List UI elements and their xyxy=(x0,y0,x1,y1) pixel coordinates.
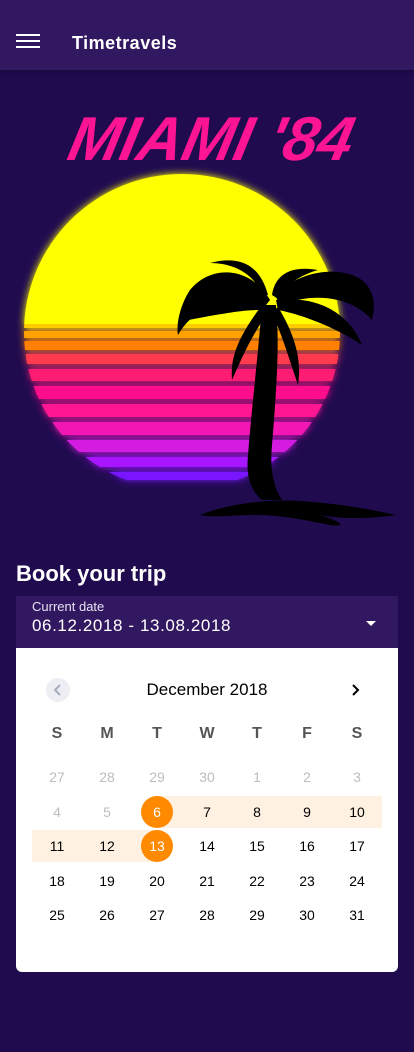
calendar-day[interactable]: 16 xyxy=(282,830,332,862)
calendar-day[interactable]: 30 xyxy=(282,899,332,931)
app-bar: Timetravels xyxy=(0,0,414,70)
calendar-week: 11 12 13 14 15 16 17 xyxy=(32,830,382,865)
sun-icon xyxy=(24,174,340,480)
calendar-day[interactable]: 27 xyxy=(32,761,82,793)
weekday-label: S xyxy=(351,725,363,742)
weekday-label: M xyxy=(100,725,114,742)
next-month-button[interactable] xyxy=(343,678,367,702)
calendar-days-grid: 27 28 29 30 1 2 3 4 5 6 7 8 9 10 11 12 1… xyxy=(32,761,382,934)
chevron-right-icon xyxy=(352,684,360,696)
calendar-day[interactable]: 24 xyxy=(332,865,382,897)
calendar-day[interactable]: 8 xyxy=(232,796,282,828)
calendar-day[interactable]: 10 xyxy=(332,796,382,828)
date-field-label: Current date xyxy=(32,599,105,614)
weekday-label: T xyxy=(152,725,162,742)
hero-banner: MIAMI '84 xyxy=(0,95,414,535)
weekday-header: S M T W T F S xyxy=(32,725,382,743)
booking-title: Book your trip xyxy=(16,561,167,586)
calendar-day[interactable]: 14 xyxy=(182,830,232,862)
calendar-day[interactable]: 27 xyxy=(132,899,182,931)
month-label: December 2018 xyxy=(146,680,268,699)
calendar-day[interactable]: 1 xyxy=(232,761,282,793)
dropdown-arrow-icon[interactable] xyxy=(366,621,376,626)
calendar-day[interactable]: 25 xyxy=(32,899,82,931)
calendar-day[interactable]: 30 xyxy=(182,761,232,793)
date-picker-calendar: December 2018 S M T W T F S 27 28 29 30 … xyxy=(16,648,398,972)
calendar-day[interactable]: 29 xyxy=(132,761,182,793)
weekday-label: T xyxy=(252,725,262,742)
calendar-day[interactable]: 19 xyxy=(82,865,132,897)
calendar-day[interactable]: 9 xyxy=(282,796,332,828)
calendar-day-selected[interactable]: 13 xyxy=(132,830,182,862)
calendar-day[interactable]: 31 xyxy=(332,899,382,931)
calendar-week: 27 28 29 30 1 2 3 xyxy=(32,761,382,796)
weekday-label: S xyxy=(51,725,63,742)
calendar-day[interactable]: 5 xyxy=(82,796,132,828)
calendar-day[interactable]: 21 xyxy=(182,865,232,897)
calendar-day[interactable]: 18 xyxy=(32,865,82,897)
calendar-day[interactable]: 11 xyxy=(32,830,82,862)
app-title: Timetravels xyxy=(72,33,178,53)
calendar-week: 25 26 27 28 29 30 31 xyxy=(32,899,382,934)
calendar-day-selected[interactable]: 6 xyxy=(132,795,182,828)
calendar-week: 4 5 6 7 8 9 10 xyxy=(32,795,382,831)
hero-headline: MIAMI '84 xyxy=(63,105,361,174)
calendar-day[interactable]: 22 xyxy=(232,865,282,897)
calendar-day[interactable]: 17 xyxy=(332,830,382,862)
calendar-day[interactable]: 2 xyxy=(282,761,332,793)
calendar-header: December 2018 xyxy=(16,648,398,730)
weekday-label: W xyxy=(199,725,215,742)
calendar-day[interactable]: 28 xyxy=(182,899,232,931)
calendar-day[interactable]: 12 xyxy=(82,830,132,862)
calendar-day[interactable]: 23 xyxy=(282,865,332,897)
calendar-day[interactable]: 3 xyxy=(332,761,382,793)
calendar-day[interactable]: 20 xyxy=(132,865,182,897)
calendar-day[interactable]: 7 xyxy=(182,796,232,828)
calendar-week: 18 19 20 21 22 23 24 xyxy=(32,865,382,900)
calendar-day[interactable]: 28 xyxy=(82,761,132,793)
calendar-day[interactable]: 15 xyxy=(232,830,282,862)
date-field-value: 06.12.2018 - 13.08.2018 xyxy=(32,616,232,635)
date-range-select[interactable]: Current date 06.12.2018 - 13.08.2018 xyxy=(16,596,398,648)
hamburger-menu-icon[interactable] xyxy=(16,34,40,51)
calendar-day[interactable]: 4 xyxy=(32,796,82,828)
hero-illustration: MIAMI '84 xyxy=(24,105,396,526)
calendar-day[interactable]: 29 xyxy=(232,899,282,931)
calendar-day[interactable]: 26 xyxy=(82,899,132,931)
weekday-label: F xyxy=(302,725,312,742)
